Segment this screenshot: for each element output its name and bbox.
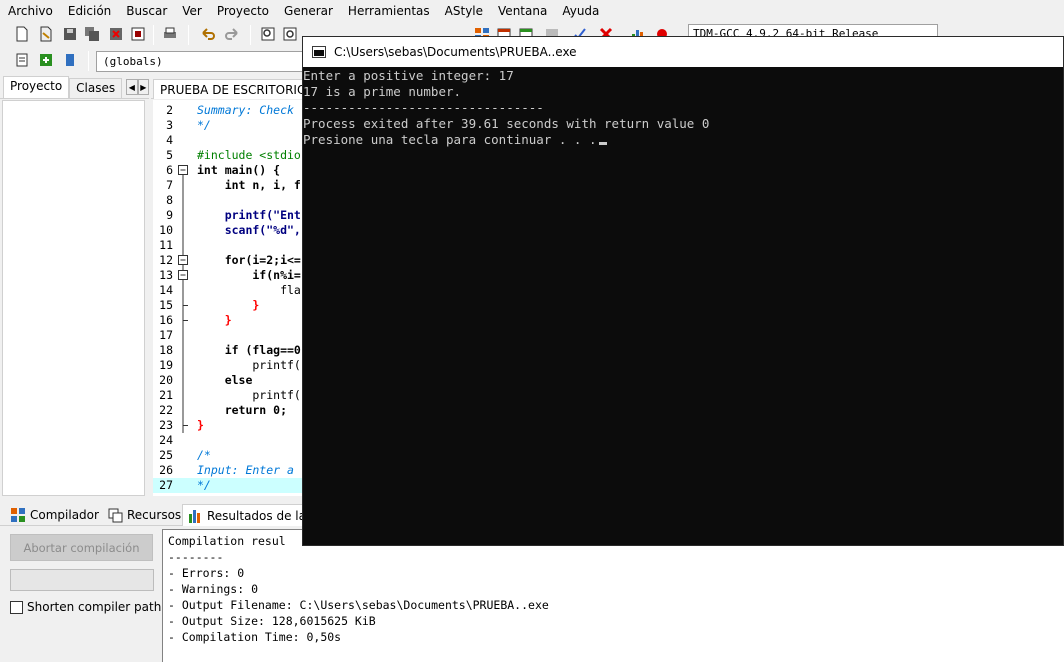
menu-ventana[interactable]: Ventana xyxy=(490,4,554,18)
tab-label: Recursos xyxy=(127,508,182,522)
log-line: -------- xyxy=(168,550,224,564)
menu-generar[interactable]: Generar xyxy=(276,4,340,18)
tab-proyecto[interactable]: Proyecto xyxy=(3,76,70,98)
shorten-paths-checkbox[interactable] xyxy=(10,600,23,614)
save-all-icon[interactable] xyxy=(82,24,102,44)
project-panel: Proyecto Clases ◀ ▶ xyxy=(0,76,149,498)
console-line: Enter a positive integer: 17 xyxy=(303,68,514,83)
resources-icon xyxy=(108,508,123,523)
compile-progress-bar xyxy=(10,569,154,591)
fold-minus-icon[interactable] xyxy=(177,253,189,268)
fold-minus-icon[interactable] xyxy=(177,163,189,178)
text-cursor xyxy=(598,142,607,145)
log-line: - Warnings: 0 xyxy=(168,582,259,596)
chart-icon xyxy=(189,509,200,523)
menu-bar: Archivo Edición Buscar Ver Proyecto Gene… xyxy=(0,0,1064,22)
log-line: - Compilation Time: 0,50s xyxy=(168,630,342,644)
tab-scroll-right-icon[interactable]: ▶ xyxy=(137,79,149,95)
grid-icon xyxy=(11,508,25,522)
save-icon[interactable] xyxy=(60,24,80,44)
log-line: - Output Filename: C:\Users\sebas\Docume… xyxy=(168,598,549,612)
editor-file-tab[interactable]: PRUEBA DE ESCRITORIO.2 xyxy=(153,79,325,99)
tab-resultados[interactable]: Resultados de la c xyxy=(182,504,322,526)
tab-label: Resultados de la c xyxy=(207,508,317,523)
fold-minus-icon[interactable] xyxy=(177,268,189,283)
menu-edicion[interactable]: Edición xyxy=(60,4,118,18)
insert-icon[interactable] xyxy=(12,50,32,70)
menu-archivo[interactable]: Archivo xyxy=(0,4,60,18)
log-line: Compilation resul xyxy=(168,534,286,548)
new-file-icon[interactable] xyxy=(12,24,32,44)
menu-proyecto[interactable]: Proyecto xyxy=(209,4,276,18)
console-line: 17 is a prime number. xyxy=(303,84,462,99)
shorten-paths-label: Shorten compiler paths xyxy=(27,600,168,614)
tab-recursos[interactable]: Recursos xyxy=(103,504,185,526)
find-icon[interactable] xyxy=(258,24,278,44)
menu-buscar[interactable]: Buscar xyxy=(118,4,174,18)
open-file-icon[interactable] xyxy=(36,24,56,44)
replace-icon[interactable] xyxy=(280,24,300,44)
compile-log[interactable]: Compilation resul -------- - Errors: 0 -… xyxy=(162,529,1064,662)
console-title: C:\Users\sebas\Documents\PRUEBA..exe xyxy=(334,45,577,59)
undo-icon[interactable] xyxy=(198,24,218,44)
close-all-icon[interactable] xyxy=(128,24,148,44)
tab-scroll-left-icon[interactable]: ◀ xyxy=(126,79,138,95)
menu-ver[interactable]: Ver xyxy=(174,4,209,18)
console-app-icon xyxy=(312,46,326,58)
tab-label: Compilador xyxy=(30,508,99,522)
console-line: Process exited after 39.61 seconds with … xyxy=(303,116,710,131)
tab-compilador[interactable]: Compilador xyxy=(6,504,103,526)
menu-astyle[interactable]: AStyle xyxy=(437,4,490,18)
project-tree[interactable] xyxy=(2,100,145,496)
globals-select[interactable]: (globals) xyxy=(96,51,316,72)
left-panel-tabs: Proyecto Clases ◀ ▶ xyxy=(0,76,149,99)
shorten-paths-option[interactable]: Shorten compiler paths xyxy=(10,599,168,615)
tab-clases[interactable]: Clases xyxy=(69,78,123,98)
menu-herramientas[interactable]: Herramientas xyxy=(340,4,437,18)
console-window[interactable]: C:\Users\sebas\Documents\PRUEBA..exe Ent… xyxy=(302,36,1064,546)
goto-bookmark-icon[interactable] xyxy=(60,50,80,70)
console-prompt-text: Presione una tecla para continuar . . . xyxy=(303,132,597,147)
console-title-bar[interactable]: C:\Users\sebas\Documents\PRUEBA..exe xyxy=(303,37,1063,67)
redo-icon[interactable] xyxy=(222,24,242,44)
abort-compilation-button[interactable]: Abortar compilación xyxy=(10,534,153,561)
close-file-icon[interactable] xyxy=(106,24,126,44)
toggle-bookmark-icon[interactable] xyxy=(36,50,56,70)
log-line: - Output Size: 128,6015625 KiB xyxy=(168,614,376,628)
menu-ayuda[interactable]: Ayuda xyxy=(554,4,606,18)
console-output[interactable]: Enter a positive integer: 17 17 is a pri… xyxy=(303,67,1063,545)
log-line: - Errors: 0 xyxy=(168,566,245,580)
console-line: -------------------------------- xyxy=(303,100,544,115)
console-line-prompt: Presione una tecla para continuar . . . xyxy=(303,132,607,148)
print-icon[interactable] xyxy=(160,24,180,44)
